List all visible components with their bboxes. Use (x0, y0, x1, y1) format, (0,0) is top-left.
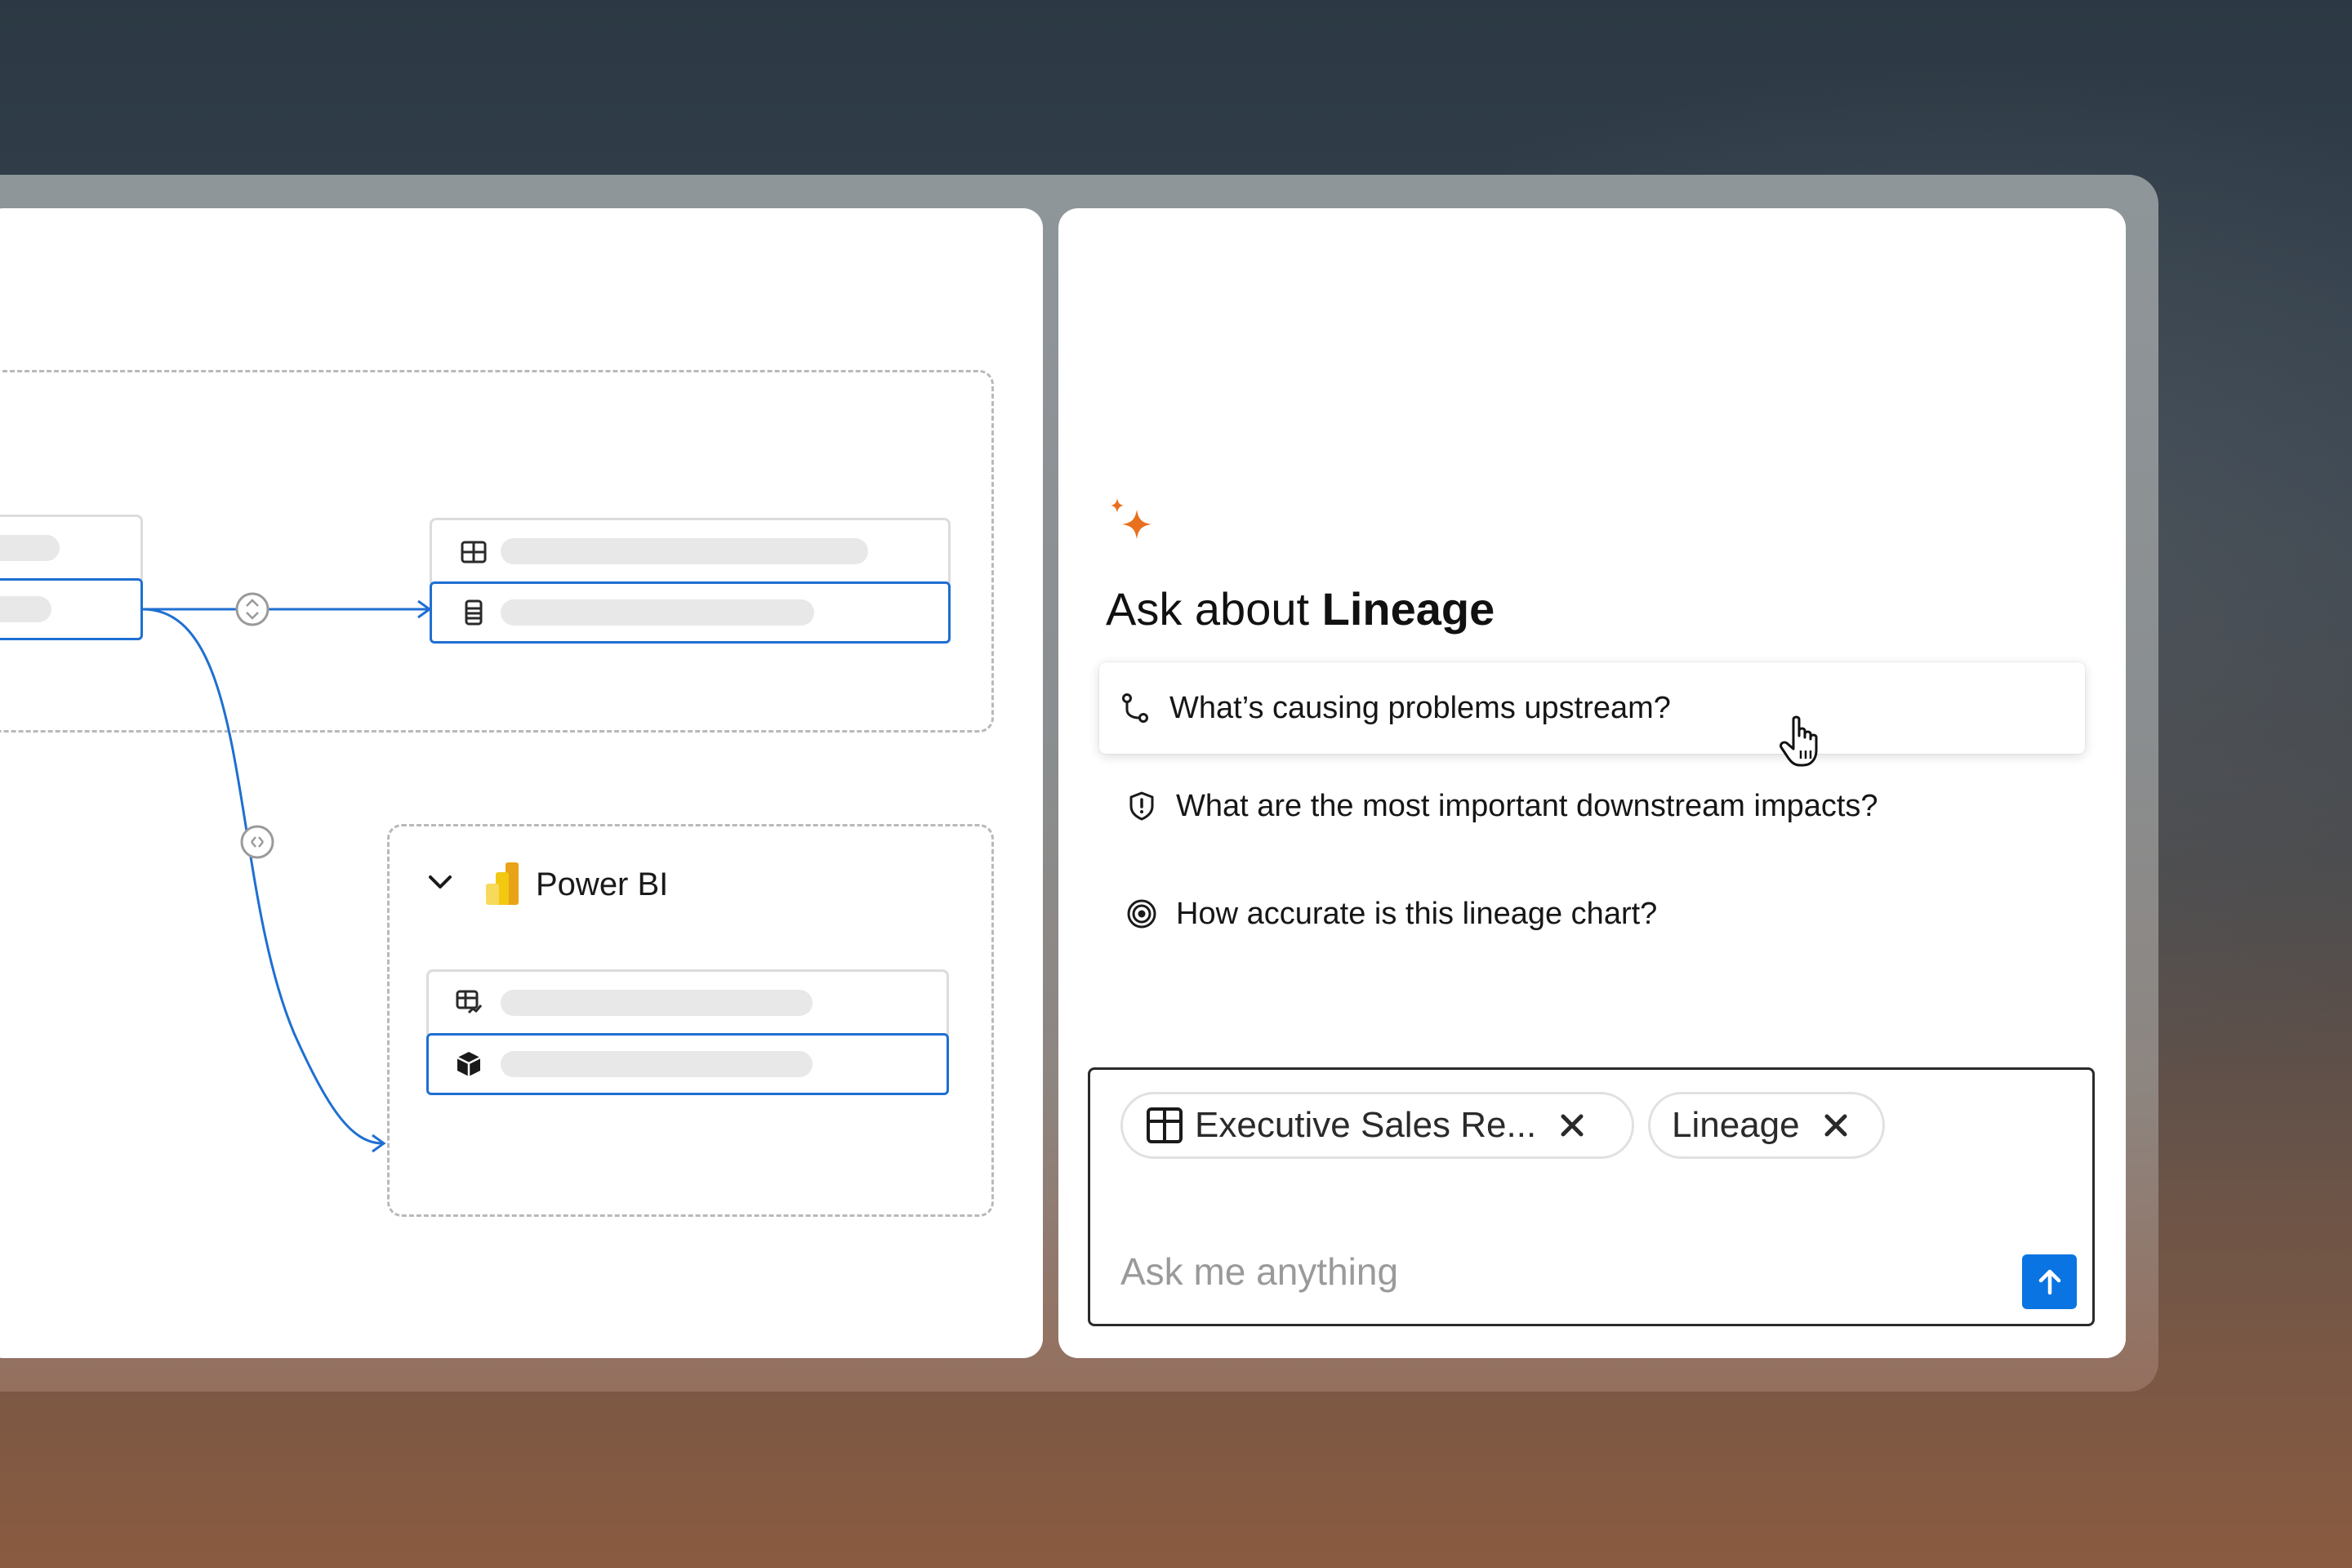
suggestion-label: What’s causing problems upstream? (1169, 690, 1671, 725)
suggestion-downstream-impacts[interactable]: What are the most important downstream i… (1099, 760, 2085, 852)
lineage-source-node-selected[interactable] (0, 578, 143, 640)
powerbi-group-title: Power BI (536, 866, 669, 902)
target-icon (1127, 899, 1156, 929)
lineage-column-node-selected[interactable] (430, 581, 951, 644)
arrow-up-icon (2038, 1269, 2060, 1294)
table-icon (1147, 1107, 1183, 1143)
powerbi-logo-icon (486, 862, 519, 905)
chat-composer[interactable]: Executive Sales Re... Lineage Ask me any… (1088, 1067, 2095, 1326)
skeleton-text (501, 599, 814, 626)
lineage-edges (142, 592, 432, 1153)
skeleton-text (501, 538, 868, 564)
suggestion-lineage-accuracy[interactable]: How accurate is this lineage chart? (1099, 868, 2085, 960)
ask-title-prefix: Ask about (1106, 583, 1310, 635)
ask-title: Ask about Lineage (1106, 582, 1494, 635)
close-icon[interactable] (1823, 1112, 1849, 1138)
lineage-table-node[interactable] (430, 518, 951, 583)
context-chip-report[interactable]: Executive Sales Re... (1120, 1092, 1634, 1159)
shield-alert-icon (1129, 791, 1154, 821)
context-chip-lineage[interactable]: Lineage (1648, 1092, 1885, 1159)
report-icon (456, 990, 483, 1014)
lineage-dataset-node-selected[interactable] (426, 1033, 949, 1095)
branch-icon (1122, 693, 1148, 723)
skeleton-text (501, 990, 813, 1016)
edge-handle-icon (240, 825, 274, 859)
skeleton-text (501, 1051, 813, 1077)
cube-icon (457, 1052, 481, 1076)
skeleton-text (0, 596, 51, 622)
suggestion-upstream-problems[interactable]: What’s causing problems upstream? (1099, 662, 2085, 754)
lineage-edge-to-dataset (142, 608, 383, 1145)
chip-label: Executive Sales Re... (1195, 1105, 1537, 1145)
ask-assistant-panel: Ask about Lineage What’s causing problem… (1058, 208, 2126, 1358)
hand-cursor-icon (1780, 715, 1818, 767)
lineage-canvas[interactable]: Power BI (0, 208, 1043, 1358)
close-icon[interactable] (1559, 1112, 1585, 1138)
send-button[interactable] (2022, 1254, 2077, 1309)
table-icon (461, 541, 487, 564)
lineage-report-node[interactable] (426, 969, 949, 1035)
suggestion-label: How accurate is this lineage chart? (1176, 896, 1658, 931)
ask-title-subject: Lineage (1321, 583, 1495, 635)
sparkle-icon (1111, 498, 1152, 539)
edge-handle-icon (235, 592, 270, 626)
lineage-source-node[interactable] (0, 514, 143, 580)
chevron-down-icon[interactable] (426, 868, 454, 896)
suggestion-label: What are the most important downstream i… (1176, 788, 1878, 823)
chat-input-placeholder[interactable]: Ask me anything (1120, 1250, 1398, 1294)
column-icon (465, 599, 483, 626)
chip-label: Lineage (1672, 1105, 1800, 1145)
skeleton-text (0, 535, 60, 561)
